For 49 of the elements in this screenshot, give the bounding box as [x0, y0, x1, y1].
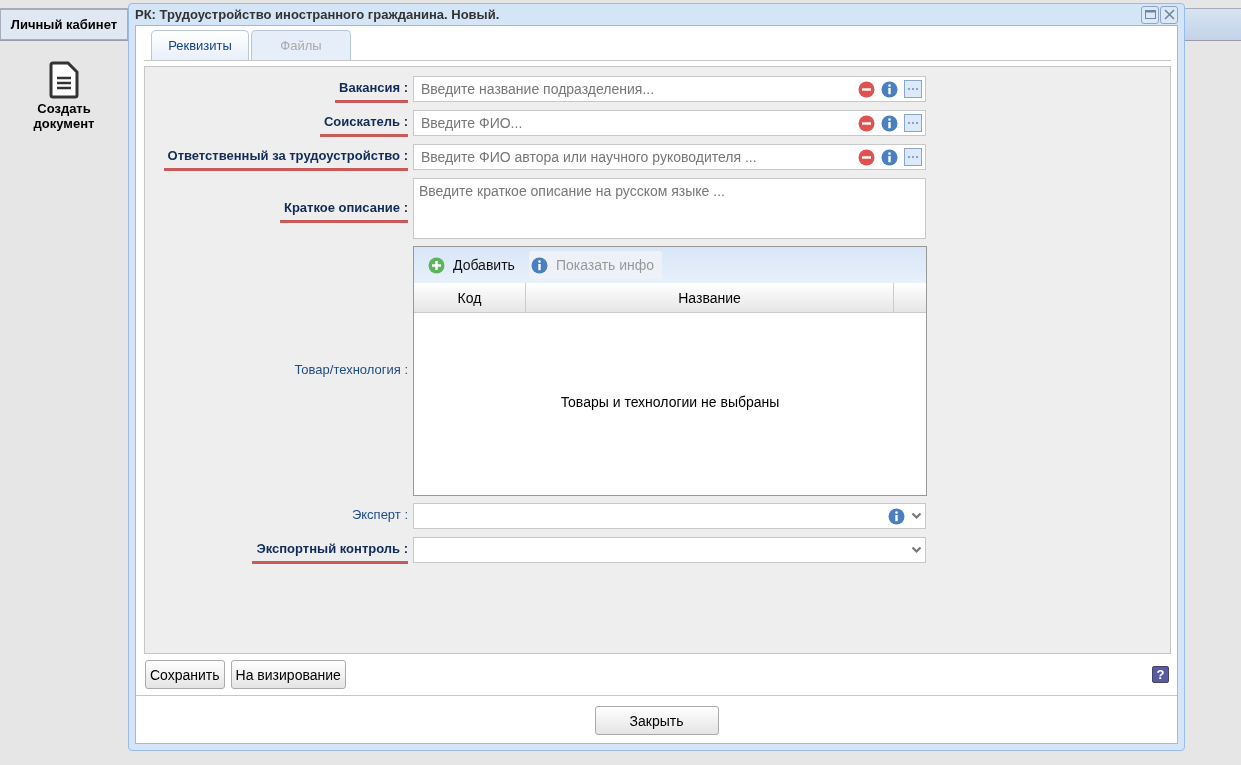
header-title: Личный кабинет — [0, 9, 128, 40]
action-button[interactable]: Сохранить — [145, 660, 225, 689]
empty-message: Товары и технологии не выбраны — [560, 394, 780, 410]
document-icon[interactable] — [49, 61, 79, 99]
maximize-button[interactable] — [1141, 5, 1159, 24]
info-icon[interactable] — [881, 80, 898, 98]
toolbar-button[interactable]: Добавить — [426, 251, 523, 279]
close-button[interactable]: Закрыть — [594, 706, 719, 735]
field-label: Краткое описание : — [280, 196, 408, 223]
lookup-field[interactable]: Введите название подразделения... — [413, 76, 926, 102]
field-label: Эксперт : — [350, 506, 408, 524]
create-document-label[interactable]: Создать документ — [24, 101, 104, 131]
column-header[interactable]: Код — [414, 283, 526, 312]
browse-button[interactable] — [904, 80, 922, 98]
dots-icon[interactable] — [907, 155, 919, 159]
field-label: Товар/технология : — [293, 360, 408, 379]
field-label: Соискатель : — [319, 110, 408, 137]
chevron-down-icon[interactable] — [911, 512, 922, 520]
browse-button[interactable] — [904, 114, 922, 132]
lookup-field[interactable]: Введите ФИО автора или научного руководителя ... — [413, 144, 926, 170]
chevron-down-icon[interactable] — [911, 546, 922, 554]
window-icon[interactable] — [1144, 10, 1156, 19]
close-button[interactable] — [1160, 5, 1178, 24]
plus-icon[interactable] — [428, 256, 445, 274]
tab[interactable]: Реквизиты — [151, 30, 249, 60]
info-icon[interactable] — [888, 507, 905, 525]
browse-button[interactable] — [904, 148, 922, 166]
dots-icon[interactable] — [907, 87, 919, 91]
clear-icon[interactable] — [858, 114, 875, 132]
dots-icon[interactable] — [907, 121, 919, 125]
input-field[interactable]: Введите название подразделения... — [419, 80, 852, 98]
clear-icon[interactable] — [858, 80, 875, 98]
input-field[interactable]: Введите ФИО автора или научного руководителя ... — [419, 148, 852, 166]
dropdown-field[interactable] — [413, 537, 926, 563]
help-button[interactable]: ? — [1152, 666, 1169, 683]
description-field[interactable]: Введите краткое описание на русском языке ... — [413, 178, 926, 239]
info-icon[interactable] — [881, 148, 898, 166]
field-label: Ответственный за трудоустройство : — [163, 144, 408, 171]
input-field[interactable]: Введите ФИО... — [419, 114, 852, 132]
field-label: Вакансия : — [335, 76, 408, 103]
dialog-title: РК: Трудоустройство иностранного гражданина. Новый. — [135, 7, 500, 22]
lookup-field[interactable]: Введите ФИО... — [413, 110, 926, 136]
close-icon[interactable] — [1163, 9, 1175, 20]
dropdown-field[interactable] — [413, 503, 926, 529]
field-label: Экспортный контроль : — [252, 537, 408, 564]
clear-icon[interactable] — [858, 148, 875, 166]
column-header[interactable]: Название — [526, 283, 894, 312]
action-button[interactable]: На визирование — [230, 660, 346, 689]
info-icon[interactable] — [881, 114, 898, 132]
